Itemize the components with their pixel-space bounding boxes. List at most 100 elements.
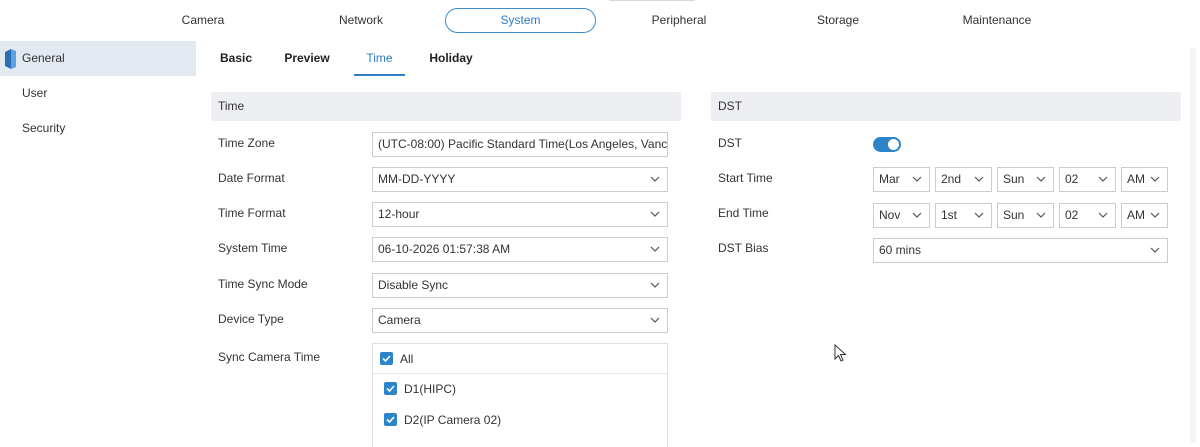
chevron-down-icon <box>974 212 984 218</box>
sync-camera-option-d1[interactable]: D1(HIPC) <box>377 374 671 404</box>
end-month-value: Nov <box>879 208 901 222</box>
end-week-value: 1st <box>941 208 958 222</box>
scrollbar[interactable] <box>1190 48 1196 443</box>
general-marker-icon <box>5 49 16 69</box>
chevron-down-icon <box>1098 212 1108 218</box>
nav-network[interactable]: Network <box>306 8 416 33</box>
chevron-down-icon <box>1098 176 1108 182</box>
start-week-value: 2nd <box>941 172 962 186</box>
start-day-value: Sun <box>1003 172 1025 186</box>
system-time-label: System Time <box>218 241 288 255</box>
sidebar: General User Security <box>0 41 196 447</box>
end-week-select[interactable]: 1st <box>935 203 992 228</box>
check-icon <box>386 416 395 424</box>
nav-peripheral[interactable]: Peripheral <box>624 8 734 33</box>
time-format-value: 12-hour <box>378 207 420 221</box>
date-format-label: Date Format <box>218 171 285 185</box>
start-ampm-select[interactable]: AM <box>1121 167 1168 192</box>
dst-section-header: DST <box>711 92 1181 121</box>
chevron-down-icon <box>974 176 984 182</box>
time-sync-mode-value: Disable Sync <box>378 278 449 292</box>
chevron-down-icon <box>1150 247 1160 253</box>
sidebar-item-user[interactable]: User <box>0 76 196 111</box>
chevron-down-icon <box>650 176 660 182</box>
end-time-label: End Time <box>718 206 769 220</box>
sidebar-item-label: General <box>22 51 65 65</box>
chevron-down-icon <box>1150 212 1160 218</box>
date-format-select[interactable]: MM-DD-YYYY <box>372 167 668 192</box>
time-zone-value: (UTC-08:00) Pacific Standard Time(Los An… <box>378 137 668 151</box>
check-icon <box>382 355 391 363</box>
sidebar-item-general[interactable]: General <box>0 41 196 76</box>
chevron-down-icon <box>1150 176 1160 182</box>
dst-bias-label: DST Bias <box>718 241 769 255</box>
sidebar-item-label: User <box>22 86 48 100</box>
device-type-label: Device Type <box>218 312 284 326</box>
chevron-down-icon <box>650 282 660 288</box>
nav-divider <box>609 0 695 1</box>
time-format-select[interactable]: 12-hour <box>372 202 668 227</box>
nav-maintenance[interactable]: Maintenance <box>942 8 1052 33</box>
end-day-select[interactable]: Sun <box>997 203 1054 228</box>
top-nav: Camera Network System Peripheral Storage… <box>0 0 1200 41</box>
dst-bias-value: 60 mins <box>879 243 922 257</box>
nav-camera[interactable]: Camera <box>148 8 258 33</box>
main-panel: Basic Preview Time Holiday Time Time Zon… <box>196 41 1200 447</box>
chevron-down-icon <box>650 317 660 323</box>
time-zone-label: Time Zone <box>218 136 275 150</box>
device-type-select[interactable]: Camera <box>372 308 668 333</box>
check-icon <box>386 385 395 393</box>
time-sync-mode-label: Time Sync Mode <box>218 277 308 291</box>
device-type-value: Camera <box>378 313 421 327</box>
start-time-label: Start Time <box>718 171 773 185</box>
time-section-header: Time <box>211 92 681 121</box>
system-time-value: 06-10-2026 01:57:38 AM <box>378 242 511 256</box>
sync-camera-option-d2[interactable]: D2(IP Camera 02) <box>377 405 671 435</box>
start-month-select[interactable]: Mar <box>873 167 930 192</box>
chevron-down-icon <box>912 212 922 218</box>
sync-camera-option-label: All <box>400 352 414 366</box>
start-day-select[interactable]: Sun <box>997 167 1054 192</box>
end-hour-value: 02 <box>1065 208 1079 222</box>
chevron-down-icon <box>650 211 660 217</box>
time-format-label: Time Format <box>218 206 286 220</box>
sync-camera-option-all[interactable]: All <box>373 344 667 374</box>
checkbox-checked[interactable] <box>384 413 397 426</box>
start-week-select[interactable]: 2nd <box>935 167 992 192</box>
checkbox-checked[interactable] <box>384 382 397 395</box>
sync-camera-option-label: D2(IP Camera 02) <box>404 413 502 427</box>
chevron-down-icon <box>650 246 660 252</box>
toggle-knob <box>888 139 899 150</box>
start-ampm-value: AM <box>1127 172 1145 186</box>
sidebar-item-security[interactable]: Security <box>0 111 196 146</box>
dst-bias-select[interactable]: 60 mins <box>873 238 1168 263</box>
time-zone-select[interactable]: (UTC-08:00) Pacific Standard Time(Los An… <box>372 132 668 157</box>
dst-label: DST <box>718 136 742 150</box>
checkbox-checked[interactable] <box>380 352 393 365</box>
chevron-down-icon <box>1036 212 1046 218</box>
chevron-down-icon <box>1036 176 1046 182</box>
tab-holiday[interactable]: Holiday <box>429 41 473 76</box>
nav-system[interactable]: System <box>445 8 596 33</box>
sync-camera-list: All D1(HIPC) D2(IP Camera 02) <box>372 343 668 447</box>
sidebar-item-label: Security <box>22 121 66 135</box>
tab-preview[interactable]: Preview <box>284 41 330 76</box>
mouse-cursor-icon <box>834 344 847 362</box>
end-ampm-value: AM <box>1127 208 1145 222</box>
end-hour-select[interactable]: 02 <box>1059 203 1116 228</box>
time-sync-mode-select[interactable]: Disable Sync <box>372 273 668 298</box>
start-hour-select[interactable]: 02 <box>1059 167 1116 192</box>
tab-basic[interactable]: Basic <box>216 41 256 76</box>
end-month-select[interactable]: Nov <box>873 203 930 228</box>
system-time-picker[interactable]: 06-10-2026 01:57:38 AM <box>372 237 668 262</box>
start-hour-value: 02 <box>1065 172 1079 186</box>
dst-toggle[interactable] <box>873 137 901 152</box>
sync-camera-time-label: Sync Camera Time <box>218 350 321 364</box>
end-ampm-select[interactable]: AM <box>1121 203 1168 228</box>
nav-storage[interactable]: Storage <box>783 8 893 33</box>
end-day-value: Sun <box>1003 208 1025 222</box>
tab-time[interactable]: Time <box>354 41 405 76</box>
start-month-value: Mar <box>879 172 900 186</box>
chevron-down-icon <box>912 176 922 182</box>
date-format-value: MM-DD-YYYY <box>378 172 456 186</box>
